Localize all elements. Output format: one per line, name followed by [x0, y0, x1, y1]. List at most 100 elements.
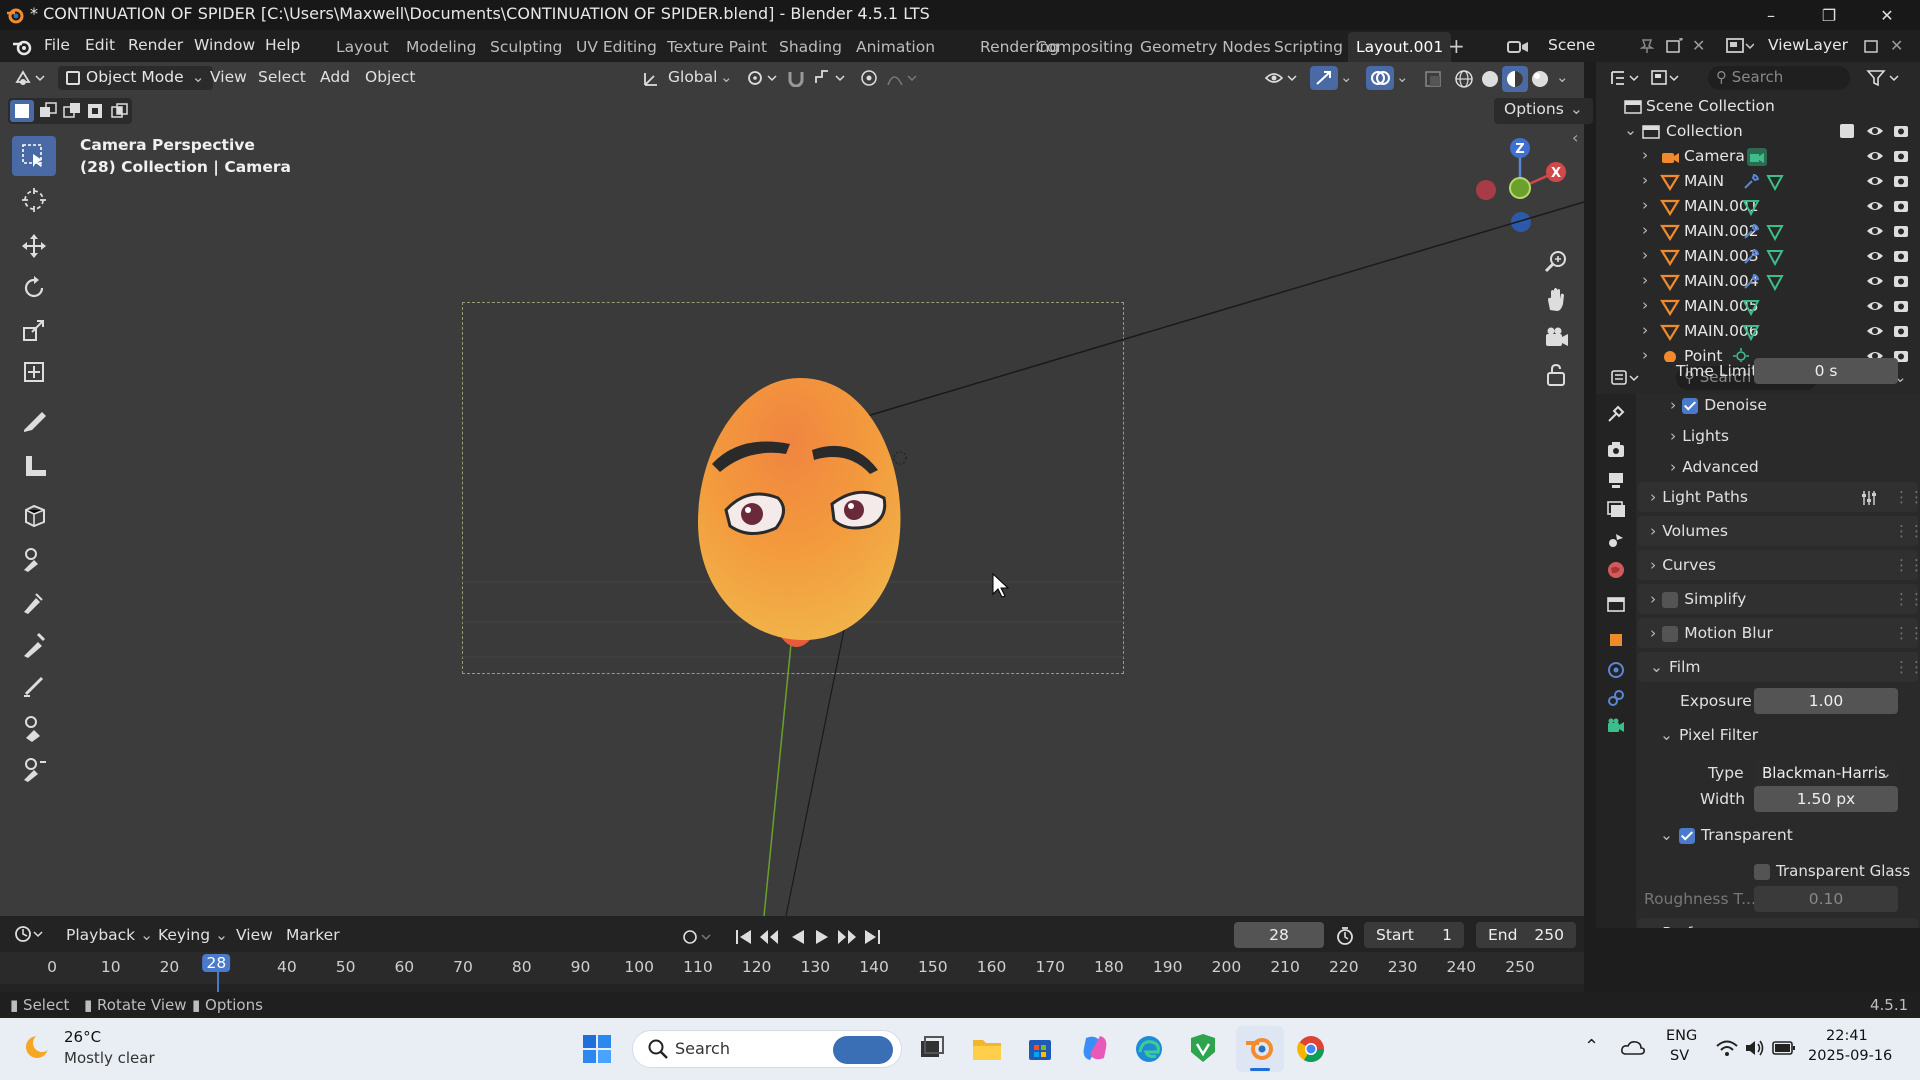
jump-end-icon[interactable]: [862, 928, 882, 946]
camera-render-icon[interactable]: [1892, 173, 1910, 189]
camera-render-icon[interactable]: [1892, 248, 1910, 264]
lights-row[interactable]: › Lights: [1670, 427, 1729, 445]
file-explorer-icon[interactable]: [972, 1034, 1002, 1062]
time-limit-field[interactable]: 0 s: [1754, 358, 1898, 384]
mesh-data-icon[interactable]: [1766, 273, 1784, 291]
scene-icon[interactable]: [1506, 36, 1530, 56]
clock-time[interactable]: 22:41: [1826, 1028, 1868, 1044]
outliner-editor-type-icon[interactable]: [1610, 68, 1644, 88]
volume-icon[interactable]: [1744, 1038, 1766, 1058]
delete-view-layer-icon[interactable]: ✕: [1890, 36, 1903, 55]
camera-render-icon[interactable]: [1892, 298, 1910, 314]
drag-handle-icon[interactable]: ⋮⋮: [1894, 488, 1920, 506]
collection-checkbox[interactable]: [1840, 124, 1854, 138]
expand-arrow-icon[interactable]: ›: [1642, 271, 1648, 289]
tab-texture-paint[interactable]: Texture Paint: [667, 38, 767, 56]
playback-menu[interactable]: Playback ⌄: [66, 926, 153, 944]
minimize-button[interactable]: –: [1744, 0, 1798, 30]
volumes-panel[interactable]: › Volumes ⋮⋮: [1638, 516, 1920, 546]
jump-keyframe-back-icon[interactable]: [758, 928, 782, 946]
display-mode-icon[interactable]: [1650, 68, 1684, 88]
new-view-layer-icon[interactable]: [1864, 38, 1882, 54]
tab-uv-editing[interactable]: UV Editing: [576, 38, 657, 56]
close-button[interactable]: ✕: [1860, 0, 1914, 30]
marker-menu[interactable]: Marker: [286, 926, 340, 944]
eye-icon[interactable]: [1866, 323, 1884, 339]
expand-arrow-icon[interactable]: ›: [1642, 246, 1648, 264]
drag-handle-icon[interactable]: ⋮⋮: [1894, 624, 1920, 642]
menu-help[interactable]: Help: [265, 36, 300, 54]
camera-data-tab-icon[interactable]: [1604, 714, 1628, 738]
tab-sculpting[interactable]: Sculpting: [490, 38, 562, 56]
outliner-item-main[interactable]: › MAIN: [1596, 170, 1920, 195]
menu-file[interactable]: File: [44, 36, 70, 54]
task-view-icon[interactable]: [918, 1034, 946, 1062]
film-panel-header[interactable]: ⌄ Film ⋮⋮: [1638, 652, 1920, 682]
frame-start-field[interactable]: Start 1: [1364, 922, 1464, 948]
maximize-button[interactable]: ❐: [1802, 0, 1856, 30]
eye-icon[interactable]: [1866, 298, 1884, 314]
mesh-data-icon[interactable]: [1742, 298, 1760, 316]
object-tab-icon[interactable]: [1604, 628, 1628, 652]
eye-icon[interactable]: [1866, 173, 1884, 189]
play-reverse-icon[interactable]: [788, 928, 808, 946]
camera-render-icon[interactable]: [1892, 273, 1910, 289]
simplify-checkbox[interactable]: [1662, 591, 1679, 608]
denoise-row[interactable]: › Denoise: [1670, 396, 1767, 414]
clock-date[interactable]: 2025-09-16: [1808, 1048, 1892, 1064]
denoise-checkbox[interactable]: [1682, 397, 1699, 414]
modifier-wrench-icon[interactable]: [1742, 273, 1760, 291]
exposure-field[interactable]: 1.00: [1754, 688, 1898, 714]
tab-layout-001[interactable]: Layout.001: [1348, 32, 1452, 62]
collection-tab-icon[interactable]: [1604, 592, 1628, 616]
camera-render-icon[interactable]: [1892, 223, 1910, 239]
transparent-glass-row[interactable]: Transparent Glass: [1754, 862, 1910, 880]
camera-data-icon[interactable]: [1746, 147, 1768, 167]
camera-render-icon[interactable]: [1892, 323, 1910, 339]
timeline-editor-type-icon[interactable]: [14, 924, 48, 944]
play-icon[interactable]: [812, 928, 832, 946]
drag-handle-icon[interactable]: ⋮⋮: [1894, 522, 1920, 540]
view-layer-name[interactable]: ViewLayer: [1768, 36, 1848, 54]
taskbar-search-input[interactable]: Search: [632, 1030, 902, 1068]
collection-row[interactable]: ⌄ Collection: [1596, 120, 1920, 145]
motion-blur-checkbox[interactable]: [1662, 625, 1679, 642]
pixel-filter-type-dropdown[interactable]: Blackman-Harris ⌄: [1754, 760, 1898, 786]
eye-icon[interactable]: [1866, 273, 1884, 289]
edge-browser-icon[interactable]: [1134, 1034, 1164, 1064]
new-scene-icon[interactable]: [1666, 38, 1684, 54]
jump-keyframe-forward-icon[interactable]: [834, 928, 858, 946]
output-tab-icon[interactable]: [1604, 468, 1628, 492]
delete-scene-icon[interactable]: ✕: [1692, 36, 1705, 55]
mesh-data-icon[interactable]: [1766, 223, 1784, 241]
mesh-data-icon[interactable]: [1766, 248, 1784, 266]
world-tab-icon[interactable]: [1604, 558, 1628, 582]
expand-arrow-icon[interactable]: ›: [1642, 221, 1648, 239]
auto-keying-icon[interactable]: [682, 928, 716, 946]
expand-arrow-icon[interactable]: ›: [1642, 196, 1648, 214]
motion-blur-panel[interactable]: › Motion Blur ⋮⋮: [1638, 618, 1920, 648]
expand-arrow-icon[interactable]: ›: [1642, 321, 1648, 339]
simplify-panel[interactable]: › Simplify ⋮⋮: [1638, 584, 1920, 614]
current-frame-field[interactable]: 28: [1234, 922, 1324, 948]
keying-menu[interactable]: Keying ⌄: [158, 926, 228, 944]
camera-render-icon[interactable]: [1892, 148, 1910, 164]
weather-desc[interactable]: Mostly clear: [64, 1049, 155, 1067]
collapse-arrow-icon[interactable]: ⌄: [1624, 121, 1637, 139]
eye-icon[interactable]: [1866, 198, 1884, 214]
advanced-row[interactable]: › Advanced: [1670, 458, 1759, 476]
outliner-item-main-005[interactable]: › MAIN.005: [1596, 295, 1920, 320]
blender-menu-icon[interactable]: [12, 38, 32, 56]
tab-modeling[interactable]: Modeling: [406, 38, 477, 56]
mesh-data-icon[interactable]: [1742, 323, 1760, 341]
menu-window[interactable]: Window: [194, 36, 255, 54]
tab-geometry-nodes[interactable]: Geometry Nodes: [1140, 38, 1271, 56]
weather-temp[interactable]: 26°C: [64, 1028, 101, 1046]
menu-edit[interactable]: Edit: [85, 36, 115, 54]
constraints-tab-icon[interactable]: [1604, 686, 1628, 710]
width-field[interactable]: 1.50 px: [1754, 786, 1898, 812]
expand-arrow-icon[interactable]: ›: [1642, 146, 1648, 164]
outliner-search-input[interactable]: ⚲ Search: [1708, 66, 1850, 90]
frame-end-field[interactable]: End 250: [1476, 922, 1576, 948]
windows-start-icon[interactable]: [582, 1034, 612, 1064]
